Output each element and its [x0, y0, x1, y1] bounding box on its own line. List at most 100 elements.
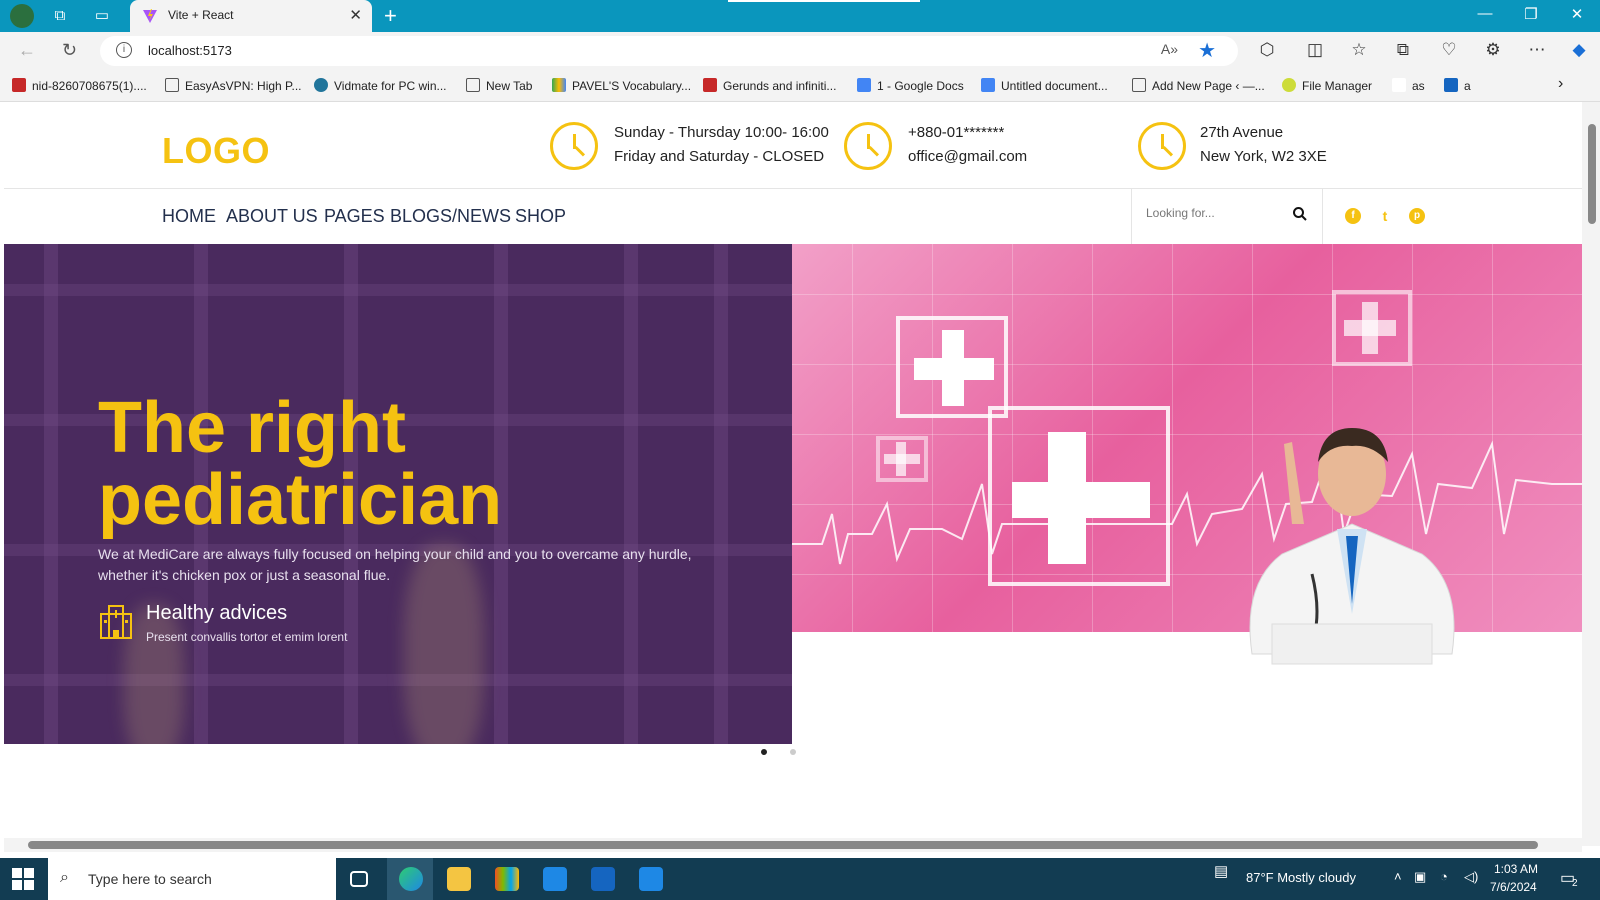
bookmark-label: EasyAsVPN: High P...: [185, 79, 302, 93]
bookmark-item[interactable]: Add New Page ‹ —...: [1132, 78, 1265, 93]
reload-button[interactable]: ↻: [62, 40, 77, 61]
page-icon: [466, 78, 480, 92]
file-manager-icon: [1282, 78, 1296, 92]
nav-pages[interactable]: PAGES: [324, 206, 385, 227]
profile-avatar[interactable]: [10, 4, 34, 28]
bookmark-label: PAVEL'S Vocabulary...: [572, 79, 692, 93]
header-divider: [4, 188, 1582, 189]
mail-app[interactable]: [531, 858, 577, 900]
volume-icon[interactable]: ◁): [1464, 869, 1478, 885]
tab-actions-icon[interactable]: ▭: [92, 6, 112, 26]
bookmark-item[interactable]: Vidmate for PC win...: [314, 78, 447, 93]
pinterest-icon[interactable]: p: [1409, 208, 1425, 224]
page-viewport: LOGO Sunday - Thursday 10:00- 16:00 Frid…: [4, 102, 1582, 846]
show-hidden-icons-icon[interactable]: ˄: [1394, 869, 1402, 884]
bookmarks-bar: nid-8260708675(1).... EasyAsVPN: High P.…: [0, 70, 1600, 102]
favorites-icon[interactable]: ☆: [1348, 40, 1370, 60]
nav-shop[interactable]: SHOP: [515, 206, 566, 227]
weather-icon[interactable]: ▤: [1214, 862, 1228, 880]
scroll-thumb[interactable]: [1588, 124, 1596, 224]
bookmark-item[interactable]: New Tab: [466, 78, 532, 93]
bookmark-item[interactable]: Gerunds and infiniti...: [703, 78, 836, 93]
weather-text[interactable]: 87°F Mostly cloudy: [1246, 870, 1356, 885]
notification-count: 2: [1572, 878, 1578, 889]
favorite-star-icon[interactable]: ★: [1198, 38, 1216, 63]
bookmark-item[interactable]: 1 - Google Docs: [857, 78, 964, 93]
search-input[interactable]: [1146, 206, 1276, 220]
restore-button[interactable]: ❐: [1516, 5, 1546, 23]
search-icon: ⌕: [60, 869, 69, 886]
windows-taskbar: ⌕ Type here to search ▤ 87°F Mostly clou…: [0, 858, 1600, 900]
browser-tab[interactable]: Vite + React ✕: [130, 0, 372, 32]
scroll-thumb[interactable]: [28, 841, 1538, 849]
uk-flag-icon: [703, 78, 717, 92]
address-line-2: New York, W2 3XE: [1200, 148, 1327, 165]
clock-date[interactable]: 7/6/2024: [1490, 880, 1537, 894]
back-button[interactable]: ←: [18, 40, 36, 61]
vertical-scrollbar[interactable]: [1582, 102, 1600, 846]
powershell-app[interactable]: [579, 858, 625, 900]
nav-about-us[interactable]: ABOUT US: [226, 206, 318, 227]
search-icon[interactable]: [1292, 206, 1308, 222]
close-tab-icon[interactable]: ✕: [349, 6, 362, 24]
bookmark-item[interactable]: EasyAsVPN: High P...: [165, 78, 302, 93]
windows-start-icon[interactable]: [12, 868, 34, 890]
read-aloud-icon[interactable]: A»: [1161, 41, 1178, 57]
hero-title: The right pediatrician: [98, 392, 502, 536]
horizontal-scrollbar[interactable]: [4, 838, 1582, 852]
bookmarks-overflow-icon[interactable]: ›: [1558, 75, 1563, 93]
site-info-icon[interactable]: i: [116, 42, 132, 58]
file-explorer-app[interactable]: [435, 858, 481, 900]
google-drive-icon: [552, 78, 566, 92]
bookmark-label: a: [1464, 79, 1471, 93]
site-logo[interactable]: LOGO: [162, 130, 270, 172]
search-box: [1131, 188, 1323, 244]
close-window-button[interactable]: ✕: [1562, 5, 1592, 23]
google-docs-icon: [857, 78, 871, 92]
extensions-icon[interactable]: ⬡: [1256, 40, 1278, 60]
workspaces-icon[interactable]: ⧉: [50, 6, 70, 26]
carousel-dots: [4, 744, 1582, 768]
split-screen-icon[interactable]: ◫: [1304, 40, 1326, 60]
carousel-dot[interactable]: [790, 749, 796, 755]
bookmark-item[interactable]: as: [1392, 78, 1425, 93]
bookmark-item[interactable]: a: [1444, 78, 1471, 93]
collections-icon[interactable]: ⧉: [1392, 40, 1414, 60]
bookmark-item[interactable]: PAVEL'S Vocabulary...: [552, 78, 691, 93]
minimize-button[interactable]: —: [1470, 5, 1500, 22]
hero-title-line: The right: [98, 388, 406, 468]
url-box[interactable]: i localhost:5173 A» ★: [100, 36, 1238, 66]
more-menu-icon[interactable]: ⋯: [1526, 40, 1548, 60]
browser-essentials-icon[interactable]: ♡: [1438, 40, 1460, 60]
bookmark-label: 1 - Google Docs: [877, 79, 964, 93]
wifi-icon[interactable]: ◔: [1440, 869, 1448, 884]
carousel-dot-active[interactable]: [761, 749, 767, 755]
network-icon[interactable]: ▣: [1414, 869, 1426, 885]
bookmark-item[interactable]: File Manager: [1282, 78, 1372, 93]
bookmark-label: Add New Page ‹ —...: [1152, 79, 1265, 93]
new-tab-button[interactable]: +: [384, 3, 397, 29]
bookmark-item[interactable]: Untitled document...: [981, 78, 1108, 93]
store-app[interactable]: [483, 858, 529, 900]
hospital-icon: [100, 605, 132, 639]
opening-hours-weekend: Friday and Saturday - CLOSED: [614, 148, 825, 165]
email-address[interactable]: office@gmail.com: [908, 148, 1027, 165]
page-icon: [165, 78, 179, 92]
app-icon: [1444, 78, 1458, 92]
copilot-icon[interactable]: ◆: [1568, 40, 1590, 60]
wordpress-icon: [314, 78, 328, 92]
hero-text-panel: The right pediatrician We at MediCare ar…: [4, 244, 792, 744]
taskbar-search[interactable]: ⌕ Type here to search: [48, 858, 336, 900]
url-text[interactable]: localhost:5173: [148, 43, 232, 58]
clock-time[interactable]: 1:03 AM: [1494, 862, 1538, 876]
edge-app[interactable]: [387, 858, 433, 900]
performance-icon[interactable]: ⚙: [1482, 40, 1504, 60]
facebook-icon[interactable]: f: [1345, 208, 1361, 224]
opening-hours-weekdays: Sunday - Thursday 10:00- 16:00: [614, 124, 829, 141]
task-view-button[interactable]: [336, 858, 382, 900]
nav-home[interactable]: HOME: [162, 206, 216, 227]
twitter-icon[interactable]: t: [1377, 208, 1393, 224]
bookmark-item[interactable]: nid-8260708675(1)....: [12, 78, 147, 93]
vscode-app[interactable]: [627, 858, 673, 900]
nav-blogs-news[interactable]: BLOGS/NEWS: [390, 206, 511, 227]
